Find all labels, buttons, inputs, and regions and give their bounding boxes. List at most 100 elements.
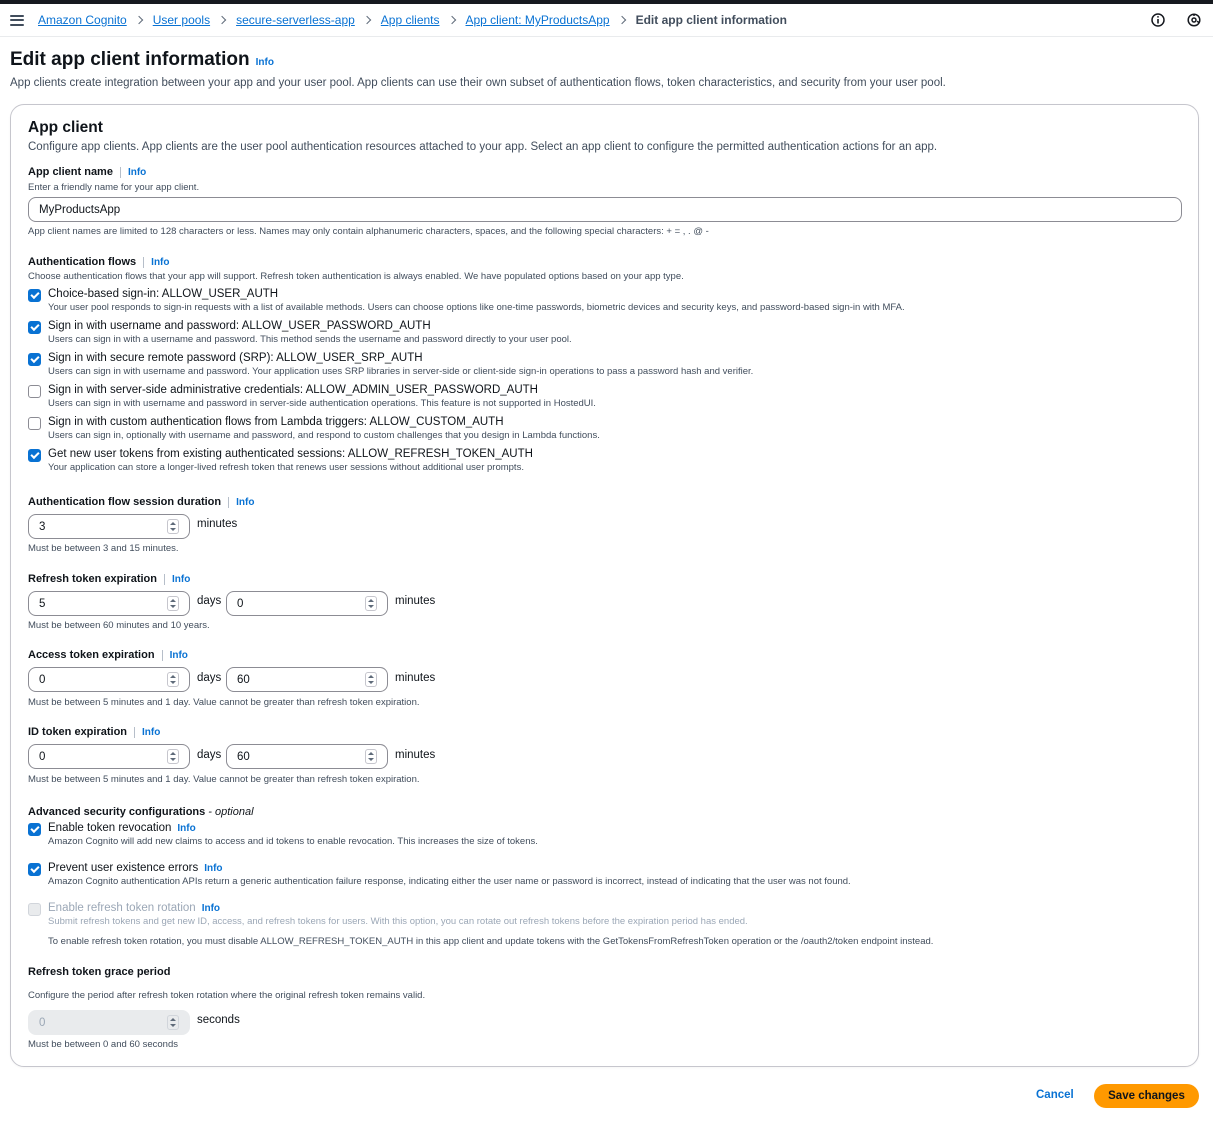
settings-icon[interactable] (1187, 13, 1201, 27)
session-duration-value: 3 (39, 520, 46, 533)
cancel-button[interactable]: Cancel (1036, 1089, 1074, 1101)
access-days-input[interactable]: 0 (28, 667, 190, 692)
divider (228, 496, 230, 508)
stepper-icon[interactable] (365, 596, 377, 611)
chevron-right-icon (617, 15, 626, 25)
token-revocation-info-link[interactable]: Info (177, 823, 195, 834)
grace-period-label: Refresh token grace period (28, 966, 170, 978)
divider (119, 166, 121, 178)
page-description: App clients create integration between y… (10, 77, 946, 89)
session-duration-info-link[interactable]: Info (236, 497, 254, 508)
checkbox[interactable] (28, 385, 41, 398)
client-name-constraint: App client names are limited to 128 char… (28, 226, 709, 237)
stepper-icon[interactable] (167, 519, 179, 534)
auth-flow-label: Sign in with custom authentication flows… (48, 416, 504, 428)
refresh-days-value: 5 (39, 597, 46, 610)
access-expiration-label: Access token expiration Info (28, 649, 188, 661)
id-expiration-label: ID token expiration Info (28, 726, 160, 738)
access-minutes-input[interactable]: 60 (226, 667, 388, 692)
breadcrumb-app-client[interactable]: App client: MyProductsApp (466, 13, 610, 27)
optional-tag: - optional (208, 806, 254, 818)
stepper-icon[interactable] (365, 672, 377, 687)
refresh-rotation-option[interactable]: Enable refresh token rotation Info Submi… (28, 902, 933, 947)
refresh-rotation-info-link[interactable]: Info (202, 903, 220, 914)
auth-flow-desc: Your application can store a longer-live… (48, 462, 524, 473)
auth-flow-option[interactable]: Sign in with username and password: ALLO… (28, 320, 572, 345)
refresh-expiration-info-link[interactable]: Info (172, 574, 190, 585)
session-duration-input[interactable]: 3 (28, 514, 190, 539)
refresh-minutes-value: 0 (237, 597, 244, 610)
checkbox[interactable] (28, 417, 41, 430)
auth-flows-label-text: Authentication flows (28, 256, 137, 268)
id-expiration-info-link[interactable]: Info (142, 727, 160, 738)
checkbox[interactable] (28, 353, 41, 366)
chevron-right-icon (447, 15, 456, 25)
divider (143, 256, 145, 268)
token-revocation-desc: Amazon Cognito will add new claims to ac… (48, 836, 538, 847)
refresh-rotation-note: To enable refresh token rotation, you mu… (48, 936, 934, 947)
divider (161, 649, 163, 661)
stepper-icon[interactable] (167, 1015, 179, 1030)
checkbox[interactable] (28, 903, 41, 916)
grace-period-unit: seconds (197, 1014, 240, 1026)
access-minutes-unit: minutes (395, 672, 436, 684)
chevron-right-icon (362, 15, 372, 25)
refresh-rotation-desc: Submit refresh tokens and get new ID, ac… (48, 916, 748, 927)
menu-icon[interactable] (10, 14, 24, 26)
auth-flows-info-link[interactable]: Info (151, 257, 169, 268)
client-name-info-link[interactable]: Info (128, 167, 146, 178)
breadcrumb-user-pool[interactable]: secure-serverless-app (236, 13, 355, 27)
checkbox[interactable] (28, 321, 41, 334)
chevron-right-icon (217, 15, 227, 25)
breadcrumb-current: Edit app client information (635, 13, 787, 27)
client-name-input[interactable]: MyProductsApp (28, 197, 1182, 222)
page-info-link[interactable]: Info (256, 57, 274, 68)
breadcrumb-user-pools[interactable]: User pools (153, 13, 210, 27)
access-days-unit: days (197, 672, 222, 684)
advanced-security-label-text: Advanced security configurations (28, 806, 206, 818)
prevent-existence-info-link[interactable]: Info (204, 863, 222, 874)
session-duration-label-text: Authentication flow session duration (28, 496, 222, 508)
id-expiration-constraint: Must be between 5 minutes and 1 day. Val… (28, 774, 420, 785)
stepper-icon[interactable] (167, 596, 179, 611)
stepper-icon[interactable] (167, 749, 179, 764)
auth-flow-option[interactable]: Get new user tokens from existing authen… (28, 448, 533, 473)
auth-flow-label: Sign in with secure remote password (SRP… (48, 352, 423, 364)
grace-period-value: 0 (39, 1016, 46, 1029)
grace-period-label-text: Refresh token grace period (28, 966, 171, 978)
auth-flow-option[interactable]: Choice-based sign-in: ALLOW_USER_AUTH Yo… (28, 288, 905, 313)
advanced-security-label: Advanced security configurations - optio… (28, 806, 254, 818)
token-revocation-option[interactable]: Enable token revocation Info Amazon Cogn… (28, 822, 538, 847)
panel-description: Configure app clients. App clients are t… (28, 141, 938, 153)
app-client-panel: App client Configure app clients. App cl… (10, 104, 1199, 1067)
auth-flow-option[interactable]: Sign in with secure remote password (SRP… (28, 352, 753, 377)
stepper-icon[interactable] (167, 672, 179, 687)
auth-flow-desc: Users can sign in, optionally with usern… (48, 430, 600, 441)
id-days-input[interactable]: 0 (28, 744, 190, 769)
refresh-days-input[interactable]: 5 (28, 591, 190, 616)
auth-flow-option[interactable]: Sign in with server-side administrative … (28, 384, 596, 409)
refresh-expiration-label-text: Refresh token expiration (28, 573, 157, 585)
breadcrumb-app-clients[interactable]: App clients (381, 13, 440, 27)
grace-period-input[interactable]: 0 (28, 1010, 190, 1035)
auth-flows-hint: Choose authentication flows that your ap… (28, 271, 684, 282)
refresh-rotation-label: Enable refresh token rotation (48, 902, 196, 914)
access-expiration-label-text: Access token expiration (28, 649, 155, 661)
auth-flow-label: Choice-based sign-in: ALLOW_USER_AUTH (48, 288, 279, 300)
refresh-minutes-input[interactable]: 0 (226, 591, 388, 616)
checkbox[interactable] (28, 449, 41, 462)
stepper-icon[interactable] (365, 749, 377, 764)
prevent-existence-option[interactable]: Prevent user existence errors Info Amazo… (28, 862, 851, 887)
checkbox[interactable] (28, 863, 41, 876)
access-expiration-info-link[interactable]: Info (170, 650, 188, 661)
save-changes-button[interactable]: Save changes (1094, 1084, 1199, 1108)
grace-period-constraint: Must be between 0 and 60 seconds (28, 1039, 178, 1050)
breadcrumb: Amazon Cognito User pools secure-serverl… (0, 4, 1213, 37)
checkbox[interactable] (28, 823, 41, 836)
info-circle-icon[interactable] (1151, 13, 1165, 27)
id-minutes-input[interactable]: 60 (226, 744, 388, 769)
checkbox[interactable] (28, 289, 41, 302)
auth-flow-option[interactable]: Sign in with custom authentication flows… (28, 416, 600, 441)
divider (163, 573, 165, 585)
breadcrumb-amazon-cognito[interactable]: Amazon Cognito (38, 13, 127, 27)
